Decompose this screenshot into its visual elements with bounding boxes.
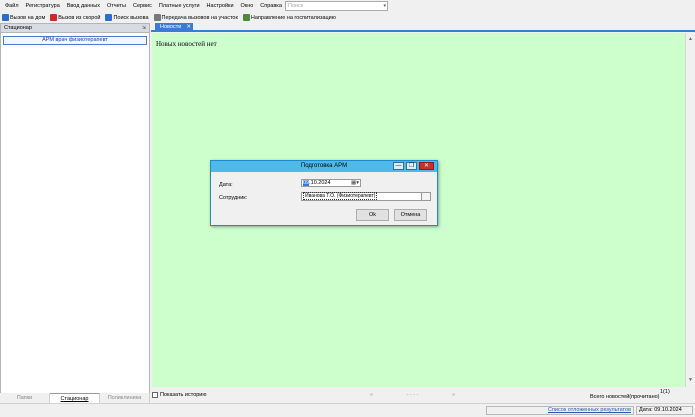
hospital-referral-label: Направление на госпитализацию — [250, 14, 336, 21]
pager-next[interactable]: » — [452, 392, 455, 398]
search-input[interactable]: Поиск ▾ — [285, 1, 388, 11]
news-footer: Показать историю « - - - - » Всего новос… — [151, 389, 695, 401]
cancel-button[interactable]: Отмена — [394, 209, 427, 221]
prepare-arm-dialog: Подготовка АРМ — ❐ ✕ Дата: 09.10.2024 ▦▾… — [210, 160, 438, 226]
ambulance-call-label: Вызов из скорой — [58, 14, 101, 21]
menu-paid-services[interactable]: Платные услуги — [159, 3, 200, 9]
pin-icon[interactable]: ⇲ — [142, 25, 146, 31]
menu-file[interactable]: Файл — [5, 3, 19, 9]
show-history-label: Показать историю — [160, 392, 207, 398]
left-bottom-tabs: Папки Стационар Поликлиника — [0, 393, 150, 403]
date-label: Дата: — [219, 182, 233, 188]
document-tabstrip: Новости ✕ — [151, 23, 695, 32]
menu-help[interactable]: Справка — [260, 3, 282, 9]
ambulance-icon — [50, 14, 58, 21]
menu-service[interactable]: Сервис — [133, 3, 152, 9]
chevron-down-icon[interactable]: ▾ — [383, 2, 386, 10]
close-icon[interactable]: ✕ — [186, 23, 191, 31]
news-pager: « - - - - » — [370, 392, 487, 398]
news-total-label: Всего новостей(прочитано) — [590, 394, 660, 400]
employee-value: Иванова Т.О. (Физиотерапевт) — [303, 192, 378, 200]
pager-prev[interactable]: « — [370, 392, 373, 398]
ok-button[interactable]: Ok — [356, 209, 389, 221]
scroll-down-icon[interactable]: ▼ — [688, 377, 693, 383]
news-scrollbar[interactable]: ▲ ▼ — [685, 33, 695, 387]
pager-middle: - - - - — [406, 392, 419, 398]
menu-settings[interactable]: Настройки — [207, 3, 234, 9]
menu-window[interactable]: Окно — [241, 3, 254, 9]
transfer-calls-label: Передача вызовов на участок — [161, 14, 238, 21]
search-call-icon — [105, 14, 113, 21]
maximize-icon[interactable]: ❐ — [406, 162, 417, 170]
left-panel-title: Стационар — [4, 25, 32, 31]
house-call-icon — [2, 14, 9, 21]
menu-data-entry[interactable]: Ввод данных — [67, 3, 100, 9]
search-call-button[interactable]: Поиск вызова — [105, 14, 149, 21]
calendar-icon[interactable]: ▦▾ — [351, 180, 359, 186]
employee-field[interactable]: Иванова Т.О. (Физиотерапевт) — [301, 192, 431, 201]
employee-label: Сотрудник: — [219, 195, 248, 201]
tab-news-label: Новости — [160, 24, 182, 30]
hospital-referral-button[interactable]: Направление на госпитализацию — [242, 14, 336, 21]
dialog-title: Подготовка АРМ — [300, 163, 348, 169]
referral-icon — [242, 14, 250, 21]
left-panel-header: Стационар ⇲ — [1, 24, 149, 33]
search-placeholder: Поиск — [288, 3, 304, 9]
menu-reports[interactable]: Отчеты — [107, 3, 126, 9]
house-call-button[interactable]: Вызов на дом — [2, 14, 45, 21]
minimize-icon[interactable]: — — [393, 162, 404, 170]
date-field[interactable]: 09.10.2024 ▦▾ — [301, 179, 361, 187]
arm-physiotherapist-item[interactable]: АРМ врач физиотерапевт — [3, 36, 147, 45]
tab-clinic[interactable]: Поликлиника — [100, 393, 150, 403]
toolbar: Вызов на дом Вызов из скорой Поиск вызов… — [0, 12, 695, 23]
close-icon[interactable]: ✕ — [419, 162, 434, 170]
show-history-checkbox[interactable] — [152, 392, 158, 398]
house-call-label: Вызов на дом — [10, 14, 46, 21]
tab-hospital[interactable]: Стационар — [50, 393, 100, 403]
date-rest: .10.2024 — [309, 180, 331, 186]
scroll-up-icon[interactable]: ▲ — [688, 36, 693, 42]
employee-picker-button[interactable] — [421, 193, 430, 200]
pending-results-cell: Список отложенных результатов — [486, 406, 634, 415]
dialog-titlebar: Подготовка АРМ — ❐ ✕ — [211, 161, 437, 172]
status-date: Дата: 09.10.2024 — [636, 406, 693, 415]
transfer-icon — [153, 14, 161, 21]
menu-registry[interactable]: Регистратура — [26, 3, 60, 9]
status-bar: Список отложенных результатов Дата: 09.1… — [0, 403, 695, 417]
news-empty-text: Новых новостей нет — [156, 40, 217, 48]
transfer-calls-button[interactable]: Передача вызовов на участок — [153, 14, 238, 21]
ambulance-call-button[interactable]: Вызов из скорой — [50, 14, 100, 21]
search-call-label: Поиск вызова — [113, 14, 149, 21]
pending-results-link[interactable]: Список отложенных результатов — [548, 407, 631, 413]
tab-news[interactable]: Новости ✕ — [155, 23, 193, 31]
tab-folders[interactable]: Папки — [0, 393, 50, 403]
news-page-count: 1(1) — [660, 389, 670, 395]
left-panel: Стационар ⇲ АРМ врач физиотерапевт — [0, 23, 150, 403]
